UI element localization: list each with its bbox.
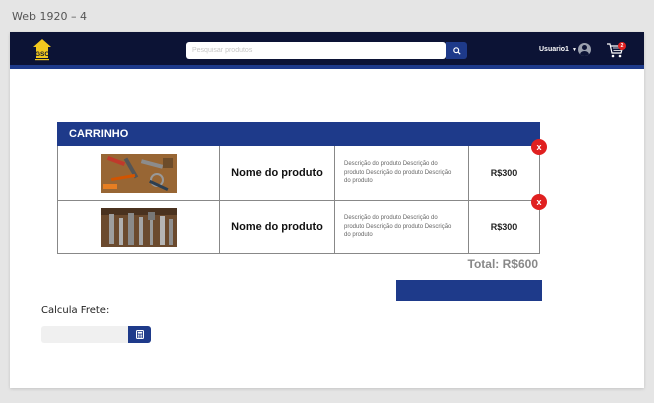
remove-item-button[interactable]: x [531,194,547,210]
cart-title: CARRINHO [57,122,540,146]
cart-item-row: Nome do produto Descrição do produto Des… [58,146,539,200]
remove-item-button[interactable]: x [531,139,547,155]
chevron-down-icon: ▼ [571,46,577,53]
user-menu[interactable]: Usuario1 ▼ [539,46,577,53]
cart-count-badge: 2 [618,42,626,50]
page-canvas: GSC Usuario1 ▼ 2 CARRINHO [10,32,644,388]
product-image[interactable] [100,153,177,193]
cart-item-row: Nome do produto Descrição do produto Des… [58,200,539,253]
checkout-button[interactable] [396,280,542,301]
remove-icon: x [536,142,542,152]
search-icon [452,46,461,55]
product-name[interactable]: Nome do produto [220,201,335,253]
product-description: Descrição do produto Descrição do produt… [335,201,469,253]
shipping-zip-input[interactable] [41,326,128,343]
search-button[interactable] [446,42,467,59]
cart-table: CARRINHO Nome do produto Descrição do pr… [57,122,540,254]
search-input[interactable] [186,42,446,59]
cart-total: Total: R$600 [467,257,538,271]
product-image[interactable] [100,207,177,247]
product-price: R$300 [490,222,518,232]
product-price: R$300 [490,168,518,178]
product-name[interactable]: Nome do produto [220,146,335,200]
shipping-label: Calcula Frete: [41,305,110,316]
remove-icon: x [536,197,542,207]
frame-label: Web 1920 – 4 [12,10,87,23]
product-image-cell [58,146,220,200]
user-name: Usuario1 [539,46,569,53]
cart-items: Nome do produto Descrição do produto Des… [57,146,540,254]
logo-text: GSC [35,51,49,58]
logo-icon[interactable]: GSC [32,38,52,62]
calculator-icon [135,330,144,339]
top-navigation-bar: GSC Usuario1 ▼ 2 [10,32,644,69]
product-description: Descrição do produto Descrição do produt… [335,146,469,200]
product-image-cell [58,201,220,253]
avatar-icon[interactable] [578,43,591,56]
calculate-shipping-button[interactable] [128,326,151,343]
